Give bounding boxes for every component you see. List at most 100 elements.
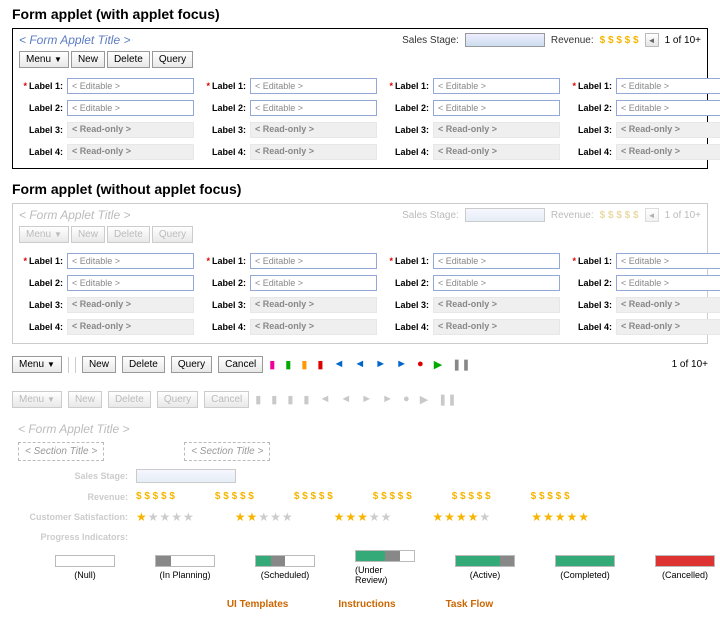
prog-planning: (In Planning) (155, 555, 215, 580)
label1-input[interactable] (250, 78, 377, 94)
toolbar-variant-enabled: Menu▼ New Delete Query Cancel ▮ ▮ ▮ ▮ ◄ … (0, 350, 720, 379)
query-button[interactable]: Query (157, 391, 198, 408)
progress-label: Progress Indicators: (18, 532, 128, 542)
chart-icon: ▮ (303, 393, 309, 406)
prog-cancelled: (Cancelled) (655, 555, 715, 580)
prog-scheduled: (Scheduled) (255, 555, 315, 580)
section-title: < Section Title > (18, 442, 104, 461)
label2-input[interactable] (67, 275, 194, 291)
menu-button[interactable]: Menu▼ (19, 226, 69, 243)
record-icon: ● (403, 393, 410, 406)
stars-3: ★★★★★ (334, 510, 393, 524)
label1-input[interactable] (67, 78, 194, 94)
revenue-label: Revenue: (18, 492, 128, 502)
prev-icon[interactable]: ◄ (354, 358, 365, 371)
form-applet-focused: < Form Applet Title > Sales Stage: Reven… (12, 28, 708, 169)
prog-null: (Null) (55, 555, 115, 580)
label2-input[interactable] (433, 100, 560, 116)
chart-icon[interactable]: ▮ (317, 358, 323, 371)
stars-4: ★★★★★ (432, 510, 491, 524)
chart-icon: ▮ (271, 393, 277, 406)
pause-icon[interactable]: ❚❚ (452, 358, 470, 371)
first-icon[interactable]: ◄ (333, 358, 344, 371)
label1-input[interactable] (250, 253, 377, 269)
delete-button[interactable]: Delete (107, 226, 150, 243)
last-icon[interactable]: ► (396, 358, 407, 371)
play-icon: ▶ (420, 393, 428, 406)
sales-stage-label: Sales Stage: (18, 471, 128, 481)
delete-button[interactable]: Delete (108, 391, 151, 408)
stars-5: ★★★★★ (531, 510, 590, 524)
heading-with-focus: Form applet (with applet focus) (0, 0, 720, 28)
heading-without-focus: Form applet (without applet focus) (0, 175, 720, 203)
prev-record-button[interactable]: ◄ (645, 208, 659, 222)
sales-stage-field[interactable] (465, 208, 545, 222)
label1-input[interactable] (616, 78, 720, 94)
new-button[interactable]: New (71, 226, 105, 243)
applet-title-standalone: < Form Applet Title > (0, 414, 720, 438)
first-icon: ◄ (319, 393, 330, 406)
new-button[interactable]: New (68, 391, 102, 408)
prev-record-button[interactable]: ◄ (645, 33, 659, 47)
prog-active: (Active) (455, 555, 515, 580)
last-icon: ► (382, 393, 393, 406)
play-icon[interactable]: ▶ (434, 358, 442, 371)
label1-input[interactable] (433, 78, 560, 94)
delete-button[interactable]: Delete (107, 51, 150, 68)
toolbar: Menu▼ New Delete Query (13, 51, 707, 72)
prev-icon: ◄ (340, 393, 351, 406)
stars-1: ★★★★★ (136, 510, 195, 524)
label3-readonly: < Read-only > (433, 122, 560, 138)
label1-input[interactable] (616, 253, 720, 269)
chart-icon[interactable]: ▮ (269, 358, 275, 371)
query-button[interactable]: Query (152, 226, 193, 243)
prog-review: (Under Review) (355, 550, 415, 585)
delete-button[interactable]: Delete (122, 356, 165, 373)
chart-icon[interactable]: ▮ (285, 358, 291, 371)
next-icon[interactable]: ► (375, 358, 386, 371)
chart-icon[interactable]: ▮ (301, 358, 307, 371)
new-button[interactable]: New (82, 356, 116, 373)
menu-button[interactable]: Menu▼ (12, 356, 62, 373)
progress-indicators: (Null) (In Planning) (Scheduled) (Under … (0, 546, 720, 589)
label4-readonly: < Read-only > (67, 144, 194, 160)
label2-input[interactable] (250, 275, 377, 291)
label2-input[interactable] (616, 100, 720, 116)
label2-input[interactable] (616, 275, 720, 291)
label3-readonly: < Read-only > (67, 122, 194, 138)
label2-input[interactable] (433, 275, 560, 291)
link-task-flow[interactable]: Task Flow (446, 599, 494, 610)
label4-readonly: < Read-only > (250, 144, 377, 160)
chart-icon: ▮ (255, 393, 261, 406)
record-counter: 1 of 10+ (665, 35, 701, 46)
sales-stage-field[interactable] (136, 469, 236, 483)
menu-button[interactable]: Menu▼ (12, 391, 62, 408)
applet-title: < Form Applet Title > (19, 208, 131, 222)
label2-input[interactable] (250, 100, 377, 116)
sales-stage-field[interactable] (465, 33, 545, 47)
menu-button[interactable]: Menu▼ (19, 51, 69, 68)
revenue-value: $ $ $ $ $ (600, 35, 639, 46)
titlebar: < Form Applet Title > Sales Stage: Reven… (13, 29, 707, 51)
link-ui-templates[interactable]: UI Templates (227, 599, 289, 610)
applet-title: < Form Applet Title > (19, 33, 131, 47)
prog-completed: (Completed) (555, 555, 615, 580)
query-button[interactable]: Query (152, 51, 193, 68)
chart-icon: ▮ (287, 393, 293, 406)
label4-readonly: < Read-only > (433, 144, 560, 160)
pause-icon: ❚❚ (438, 393, 456, 406)
query-button[interactable]: Query (171, 356, 212, 373)
label1-input[interactable] (67, 253, 194, 269)
cust-sat-label: Customer Satisfaction: (18, 512, 128, 522)
label1-input[interactable] (433, 253, 560, 269)
revenue-label: Revenue: (551, 35, 594, 46)
record-icon[interactable]: ● (417, 358, 424, 371)
toolbar-variant-disabled: Menu▼ New Delete Query Cancel ▮ ▮ ▮ ▮ ◄ … (0, 385, 720, 414)
link-instructions[interactable]: Instructions (338, 599, 395, 610)
field-grid: *Label 1: *Label 1: *Label 1: *Label 1: … (13, 72, 707, 168)
new-button[interactable]: New (71, 51, 105, 68)
cancel-button[interactable]: Cancel (218, 356, 263, 373)
stars-2: ★★★★★ (235, 510, 294, 524)
label2-input[interactable] (67, 100, 194, 116)
cancel-button[interactable]: Cancel (204, 391, 249, 408)
